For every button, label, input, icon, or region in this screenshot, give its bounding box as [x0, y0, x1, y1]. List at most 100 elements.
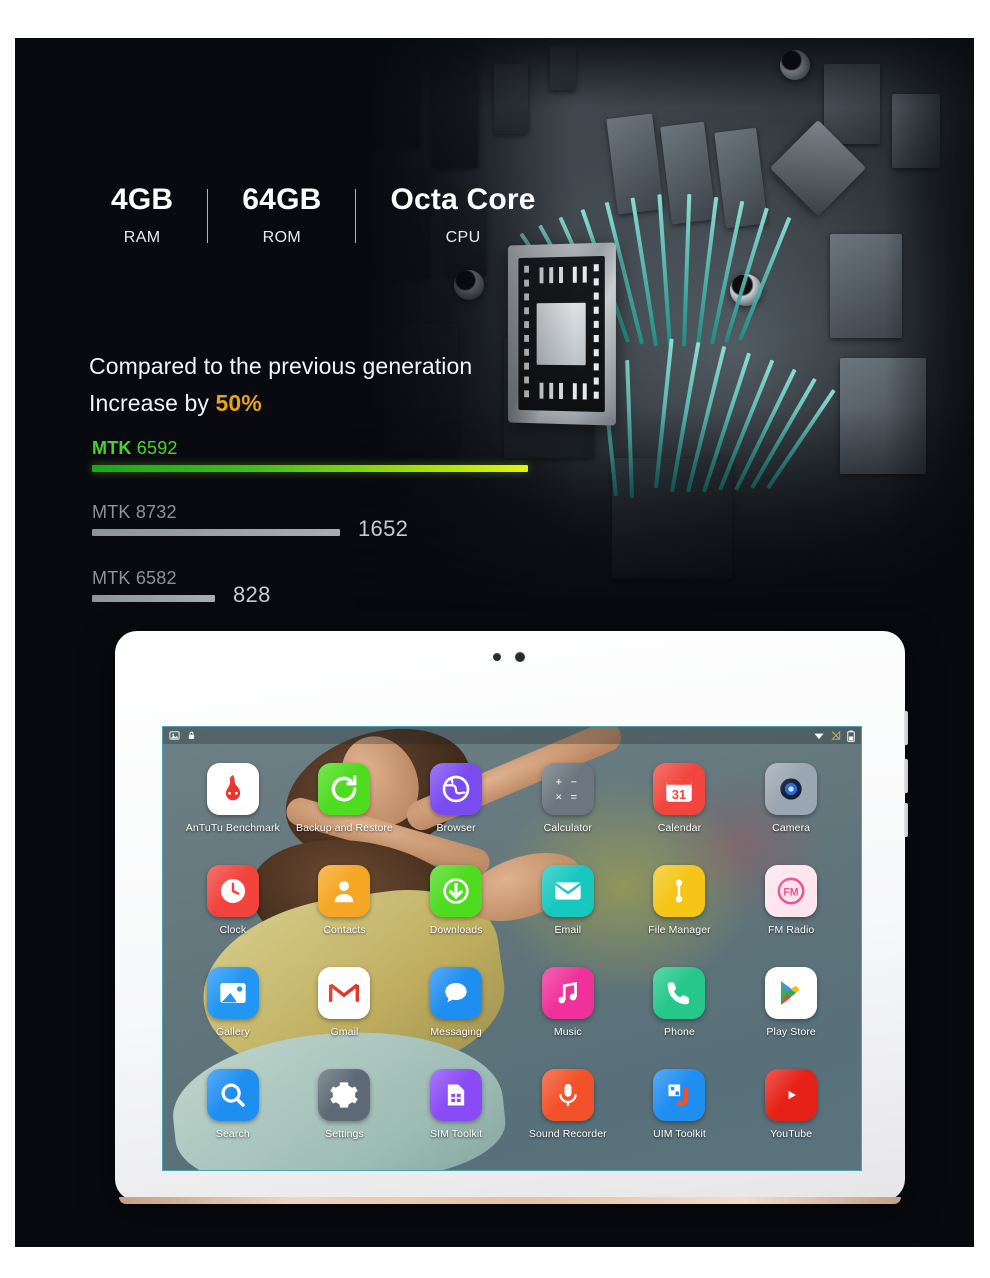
- lock-icon: [187, 730, 196, 741]
- app-uim-toolkit[interactable]: UIM Toolkit: [624, 1069, 736, 1140]
- spec-rom: 64GB ROM: [208, 183, 355, 247]
- sim-toolkit-icon[interactable]: [430, 1069, 482, 1121]
- benchmark-model-2: 6582: [136, 568, 177, 588]
- svg-text:=: =: [570, 791, 577, 803]
- benchmark-bar-2: [92, 595, 215, 602]
- app-messaging[interactable]: Messaging: [400, 967, 512, 1038]
- screenshot-icon: [169, 730, 180, 741]
- headline-line-2: Increase by 50%: [89, 385, 609, 422]
- app-label: Settings: [325, 1128, 364, 1140]
- gallery-icon[interactable]: [207, 967, 259, 1019]
- benchmark-row-1: MTK 8732 1652: [92, 502, 572, 536]
- app-label: Backup and Restore: [296, 822, 393, 834]
- benchmark-label-2: MTK 6582: [92, 568, 572, 589]
- search-icon[interactable]: [207, 1069, 259, 1121]
- benchmark-chart: MTK 6592 MTK 8732 1652 MTK 6582 828: [92, 438, 572, 602]
- app-label: AnTuTu Benchmark: [186, 822, 280, 834]
- headline-line-2-prefix: Increase by: [89, 390, 216, 416]
- antutu-icon[interactable]: [207, 763, 259, 815]
- spec-ram-label: RAM: [124, 229, 161, 247]
- downloads-icon[interactable]: [430, 865, 482, 917]
- app-label: Calendar: [658, 822, 701, 834]
- app-sim-toolkit[interactable]: SIM Toolkit: [400, 1069, 512, 1140]
- status-bar-right: [813, 730, 855, 742]
- app-file-manager[interactable]: File Manager: [624, 865, 736, 936]
- spec-rom-label: ROM: [263, 229, 302, 247]
- tablet-bottom-edge: [119, 1197, 901, 1204]
- app-settings[interactable]: Settings: [289, 1069, 401, 1140]
- app-fm-radio[interactable]: FM FM Radio: [735, 865, 847, 936]
- app-antutu-benchmark[interactable]: AnTuTu Benchmark: [177, 763, 289, 834]
- benchmark-bar-1: [92, 529, 340, 536]
- spec-row: 4GB RAM 64GB ROM Octa Core CPU: [77, 183, 570, 247]
- power-button[interactable]: [904, 711, 908, 745]
- benchmark-model-1: 8732: [136, 502, 177, 522]
- file-manager-icon[interactable]: [653, 865, 705, 917]
- benchmark-bar-0: [92, 465, 528, 472]
- app-gmail[interactable]: Gmail: [289, 967, 401, 1038]
- calendar-icon[interactable]: 31: [653, 763, 705, 815]
- youtube-icon[interactable]: [765, 1069, 817, 1121]
- clock-icon[interactable]: [207, 865, 259, 917]
- contacts-icon[interactable]: [318, 865, 370, 917]
- sensor-dot: [493, 653, 501, 661]
- backup-restore-icon[interactable]: [318, 763, 370, 815]
- spec-cpu-value: Octa Core: [390, 183, 535, 217]
- fm-radio-icon[interactable]: FM: [765, 865, 817, 917]
- volume-down-button[interactable]: [904, 803, 908, 837]
- app-calendar[interactable]: 31 Calendar: [624, 763, 736, 834]
- browser-icon[interactable]: [430, 763, 482, 815]
- gmail-icon[interactable]: [318, 967, 370, 1019]
- app-contacts[interactable]: Contacts: [289, 865, 401, 936]
- camera-icon[interactable]: [765, 763, 817, 815]
- app-email[interactable]: Email: [512, 865, 624, 936]
- settings-icon[interactable]: [318, 1069, 370, 1121]
- app-phone[interactable]: Phone: [624, 967, 736, 1038]
- app-youtube[interactable]: YouTube: [735, 1069, 847, 1140]
- svg-text:−: −: [570, 776, 577, 788]
- app-clock[interactable]: Clock: [177, 865, 289, 936]
- spec-divider-2: [355, 189, 356, 243]
- headline-line-1: Compared to the previous generation: [89, 348, 609, 385]
- status-bar: [163, 727, 861, 744]
- comparison-headline: Compared to the previous generation Incr…: [89, 348, 609, 423]
- spec-rom-value: 64GB: [242, 183, 321, 217]
- messaging-icon[interactable]: [430, 967, 482, 1019]
- app-label: Search: [216, 1128, 250, 1140]
- app-sound-recorder[interactable]: Sound Recorder: [512, 1069, 624, 1140]
- spec-divider-1: [207, 189, 208, 243]
- phone-icon[interactable]: [653, 967, 705, 1019]
- app-label: Camera: [772, 822, 810, 834]
- sound-recorder-icon[interactable]: [542, 1069, 594, 1121]
- app-label: Phone: [664, 1026, 695, 1038]
- promo-page: 4GB RAM 64GB ROM Octa Core CPU Compared …: [0, 0, 990, 1278]
- app-play-store[interactable]: Play Store: [735, 967, 847, 1038]
- app-label: YouTube: [770, 1128, 812, 1140]
- app-downloads[interactable]: Downloads: [400, 865, 512, 936]
- benchmark-label-0: MTK 6592: [92, 438, 572, 459]
- app-label: Music: [554, 1026, 582, 1038]
- app-music[interactable]: Music: [512, 967, 624, 1038]
- app-calculator[interactable]: + − × = Calculator: [512, 763, 624, 834]
- spec-ram-value: 4GB: [111, 183, 173, 217]
- volume-up-button[interactable]: [904, 759, 908, 793]
- tablet-device: AnTuTu Benchmark Backup and Restore Browse…: [115, 631, 905, 1201]
- calculator-icon[interactable]: + − × =: [542, 763, 594, 815]
- svg-text:+: +: [555, 776, 562, 788]
- svg-text:×: ×: [555, 791, 562, 803]
- app-backup-and-restore[interactable]: Backup and Restore: [289, 763, 401, 834]
- app-grid[interactable]: AnTuTu Benchmark Backup and Restore Browse…: [163, 749, 861, 1140]
- email-icon[interactable]: [542, 865, 594, 917]
- app-camera[interactable]: Camera: [735, 763, 847, 834]
- app-label: UIM Toolkit: [653, 1128, 706, 1140]
- battery-icon: [847, 730, 855, 742]
- app-search[interactable]: Search: [177, 1069, 289, 1140]
- app-browser[interactable]: Browser: [400, 763, 512, 834]
- app-gallery[interactable]: Gallery: [177, 967, 289, 1038]
- uim-toolkit-icon[interactable]: [653, 1069, 705, 1121]
- music-icon[interactable]: [542, 967, 594, 1019]
- tablet-screen[interactable]: AnTuTu Benchmark Backup and Restore Browse…: [162, 726, 862, 1171]
- benchmark-brand-0: MTK: [92, 438, 132, 458]
- play-store-icon[interactable]: [765, 967, 817, 1019]
- app-label: FM Radio: [768, 924, 814, 936]
